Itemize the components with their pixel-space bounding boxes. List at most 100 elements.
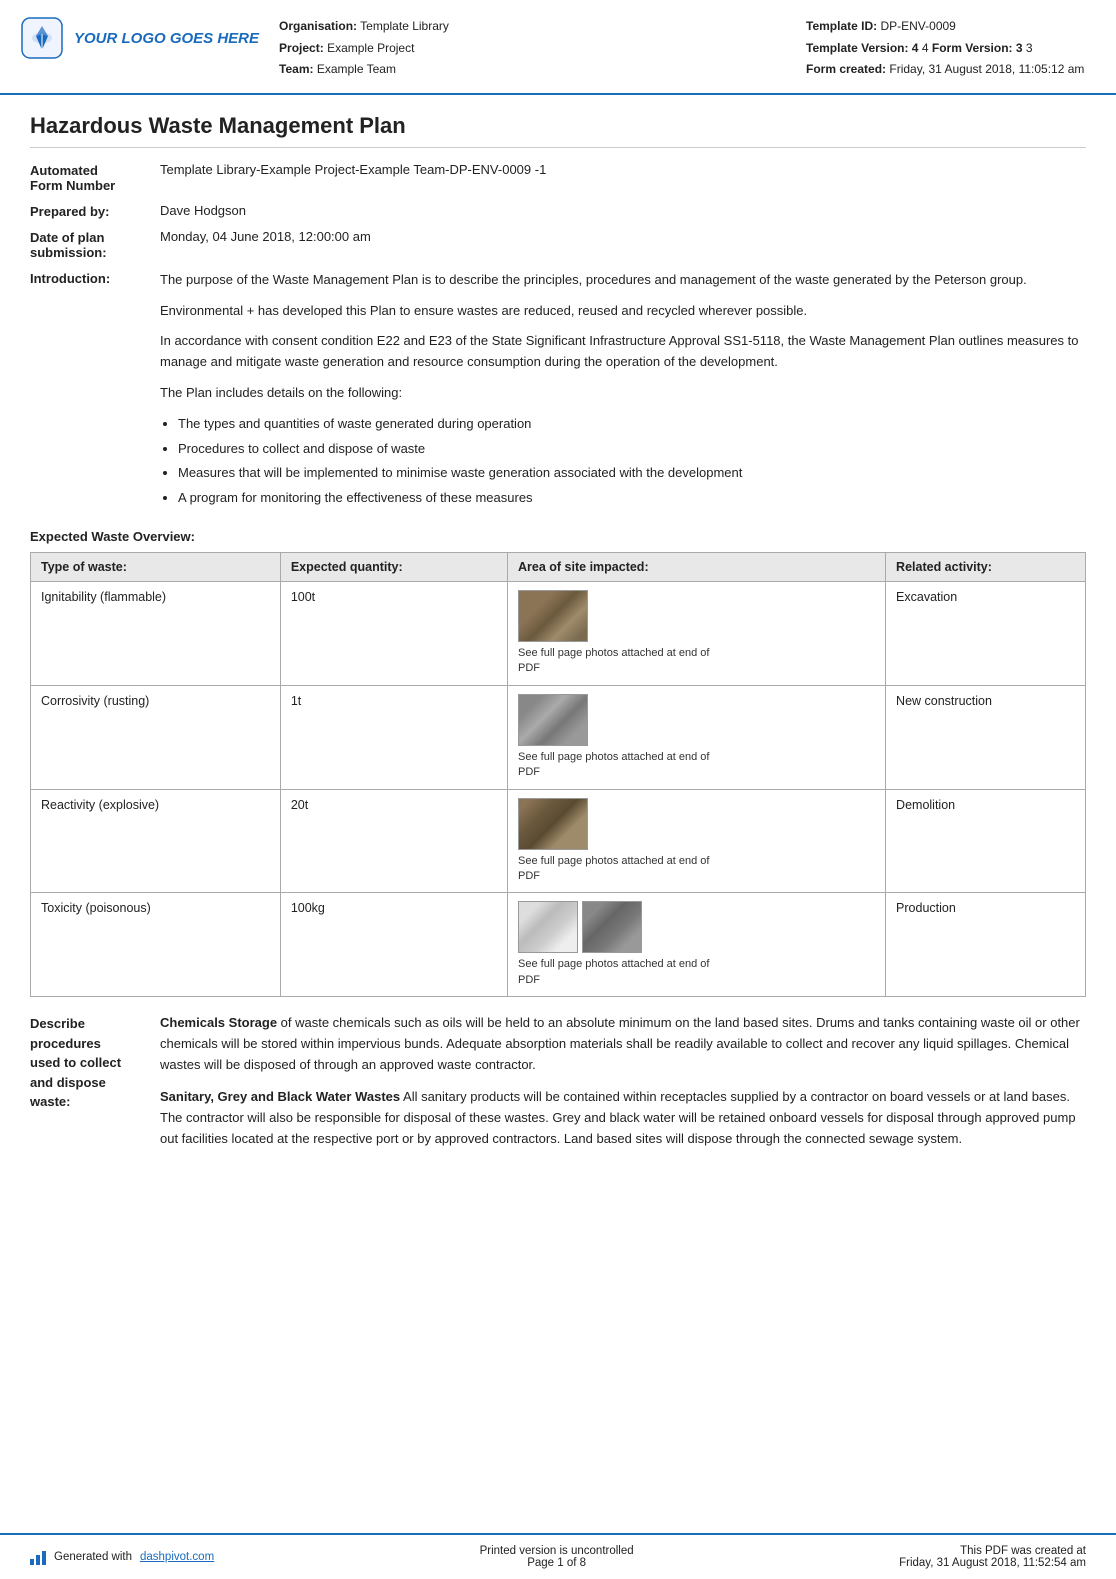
form-version-label: Form Version: 3 xyxy=(932,41,1023,55)
template-id-line: Template ID: DP-ENV-0009 xyxy=(806,16,1086,38)
waste-activity-3: Demolition xyxy=(886,789,1086,893)
template-version-line: Template Version: 4 4 Form Version: 3 3 xyxy=(806,38,1086,60)
waste-qty-4: 100kg xyxy=(280,893,507,997)
introduction-section: Introduction: The purpose of the Waste M… xyxy=(30,270,1086,515)
template-id-value: DP-ENV-0009 xyxy=(880,19,955,33)
waste-activity-2: New construction xyxy=(886,685,1086,789)
waste-area-1: See full page photos attached at end of … xyxy=(508,581,886,685)
document-title: Hazardous Waste Management Plan xyxy=(30,113,1086,148)
intro-label: Introduction: xyxy=(30,270,160,286)
team-line: Team: Example Team xyxy=(279,59,786,81)
intro-para-3: In accordance with consent condition E22… xyxy=(160,331,1086,373)
waste-area-4: See full page photos attached at end of … xyxy=(508,893,886,997)
prepared-by-row: Prepared by: Dave Hodgson xyxy=(30,203,1086,219)
photo-demolition xyxy=(518,798,588,850)
project-value: Example Project xyxy=(327,41,414,55)
header: YOUR LOGO GOES HERE Organisation: Templa… xyxy=(0,0,1116,95)
table-row: Corrosivity (rusting) 1t See full page p… xyxy=(31,685,1086,789)
team-label: Team: xyxy=(279,62,313,76)
photo-caption-2: See full page photos attached at end of … xyxy=(518,750,718,781)
form-version-value: 3 xyxy=(1026,41,1033,55)
two-photos xyxy=(518,901,875,957)
table-row: Toxicity (poisonous) 100kg See full page… xyxy=(31,893,1086,997)
org-line: Organisation: Template Library xyxy=(279,16,786,38)
template-version-value: 4 xyxy=(922,41,929,55)
col-area: Area of site impacted: xyxy=(508,552,886,581)
waste-type-2: Corrosivity (rusting) xyxy=(31,685,281,789)
org-value: Template Library xyxy=(360,19,449,33)
photo-caption-4: See full page photos attached at end of … xyxy=(518,957,718,988)
logo-text: YOUR LOGO GOES HERE xyxy=(74,30,259,47)
intro-para-4: The Plan includes details on the followi… xyxy=(160,383,1086,404)
generated-text: Generated with xyxy=(54,1551,132,1563)
logo-box: YOUR LOGO GOES HERE xyxy=(20,16,259,60)
header-meta-right: Template ID: DP-ENV-0009 Template Versio… xyxy=(806,16,1086,81)
photo-caption-1: See full page photos attached at end of … xyxy=(518,646,718,677)
procedures-content: Chemicals Storage of waste chemicals suc… xyxy=(160,1013,1086,1162)
procedures-label: Describe procedures used to collect and … xyxy=(30,1013,160,1112)
page: YOUR LOGO GOES HERE Organisation: Templa… xyxy=(0,0,1116,1579)
footer-right: This PDF was created at Friday, 31 Augus… xyxy=(899,1545,1086,1569)
waste-qty-3: 20t xyxy=(280,789,507,893)
dashpivot-link[interactable]: dashpivot.com xyxy=(140,1551,214,1563)
date-row: Date of plan submission: Monday, 04 June… xyxy=(30,229,1086,260)
automated-label: Automated Form Number xyxy=(30,162,160,193)
footer: Generated with dashpivot.com Printed ver… xyxy=(0,1533,1116,1579)
project-label: Project: xyxy=(279,41,324,55)
waste-type-4: Toxicity (poisonous) xyxy=(31,893,281,997)
template-id-label: Template ID: xyxy=(806,19,877,33)
waste-type-1: Ignitability (flammable) xyxy=(31,581,281,685)
intro-bullet-4: A program for monitoring the effectivene… xyxy=(178,488,1086,509)
org-label: Organisation: xyxy=(279,19,357,33)
intro-para-2: Environmental + has developed this Plan … xyxy=(160,301,1086,322)
waste-activity-4: Production xyxy=(886,893,1086,997)
footer-center: Printed version is uncontrolled Page 1 o… xyxy=(480,1545,634,1569)
pdf-created-label: This PDF was created at xyxy=(899,1545,1086,1557)
footer-left: Generated with dashpivot.com xyxy=(30,1549,214,1565)
waste-qty-1: 100t xyxy=(280,581,507,685)
main-content: Hazardous Waste Management Plan Automate… xyxy=(0,95,1116,1533)
form-created-label: Form created: xyxy=(806,62,886,76)
table-row: Ignitability (flammable) 100t See full p… xyxy=(31,581,1086,685)
waste-activity-1: Excavation xyxy=(886,581,1086,685)
photo-excavation xyxy=(518,590,588,642)
project-line: Project: Example Project xyxy=(279,38,786,60)
procedures-para-1: Chemicals Storage of waste chemicals suc… xyxy=(160,1013,1086,1075)
date-label: Date of plan submission: xyxy=(30,229,160,260)
col-activity: Related activity: xyxy=(886,552,1086,581)
chemicals-storage-bold: Chemicals Storage xyxy=(160,1015,277,1030)
header-meta-center: Organisation: Template Library Project: … xyxy=(279,16,786,81)
team-value: Example Team xyxy=(317,62,396,76)
photo-production-1 xyxy=(518,901,578,953)
pdf-created-date: Friday, 31 August 2018, 11:52:54 am xyxy=(899,1557,1086,1569)
page-number: Page 1 of 8 xyxy=(480,1557,634,1569)
prepared-by-value: Dave Hodgson xyxy=(160,203,1086,218)
form-created-line: Form created: Friday, 31 August 2018, 11… xyxy=(806,59,1086,81)
waste-table-header-row: Type of waste: Expected quantity: Area o… xyxy=(31,552,1086,581)
photo-production-2 xyxy=(582,901,642,953)
waste-table: Type of waste: Expected quantity: Area o… xyxy=(30,552,1086,997)
automated-value: Template Library-Example Project-Example… xyxy=(160,162,1086,177)
automated-form-number-row: Automated Form Number Template Library-E… xyxy=(30,162,1086,193)
waste-type-3: Reactivity (explosive) xyxy=(31,789,281,893)
col-quantity: Expected quantity: xyxy=(280,552,507,581)
waste-table-body: Ignitability (flammable) 100t See full p… xyxy=(31,581,1086,996)
chemicals-storage-rest: of waste chemicals such as oils will be … xyxy=(160,1015,1080,1072)
sanitary-bold: Sanitary, Grey and Black Water Wastes xyxy=(160,1089,400,1104)
waste-area-3: See full page photos attached at end of … xyxy=(508,789,886,893)
procedures-para-2: Sanitary, Grey and Black Water Wastes Al… xyxy=(160,1087,1086,1149)
intro-bullet-1: The types and quantities of waste genera… xyxy=(178,414,1086,435)
col-type: Type of waste: xyxy=(31,552,281,581)
waste-table-header: Type of waste: Expected quantity: Area o… xyxy=(31,552,1086,581)
waste-qty-2: 1t xyxy=(280,685,507,789)
intro-bullet-2: Procedures to collect and dispose of was… xyxy=(178,439,1086,460)
waste-area-2: See full page photos attached at end of … xyxy=(508,685,886,789)
intro-para-1: The purpose of the Waste Management Plan… xyxy=(160,270,1086,291)
date-value: Monday, 04 June 2018, 12:00:00 am xyxy=(160,229,1086,244)
photo-caption-3: See full page photos attached at end of … xyxy=(518,854,718,885)
form-created-value: Friday, 31 August 2018, 11:05:12 am xyxy=(889,62,1084,76)
table-row: Reactivity (explosive) 20t See full page… xyxy=(31,789,1086,893)
photo-construction xyxy=(518,694,588,746)
template-version-label: Template Version: 4 xyxy=(806,41,918,55)
intro-bullet-3: Measures that will be implemented to min… xyxy=(178,463,1086,484)
